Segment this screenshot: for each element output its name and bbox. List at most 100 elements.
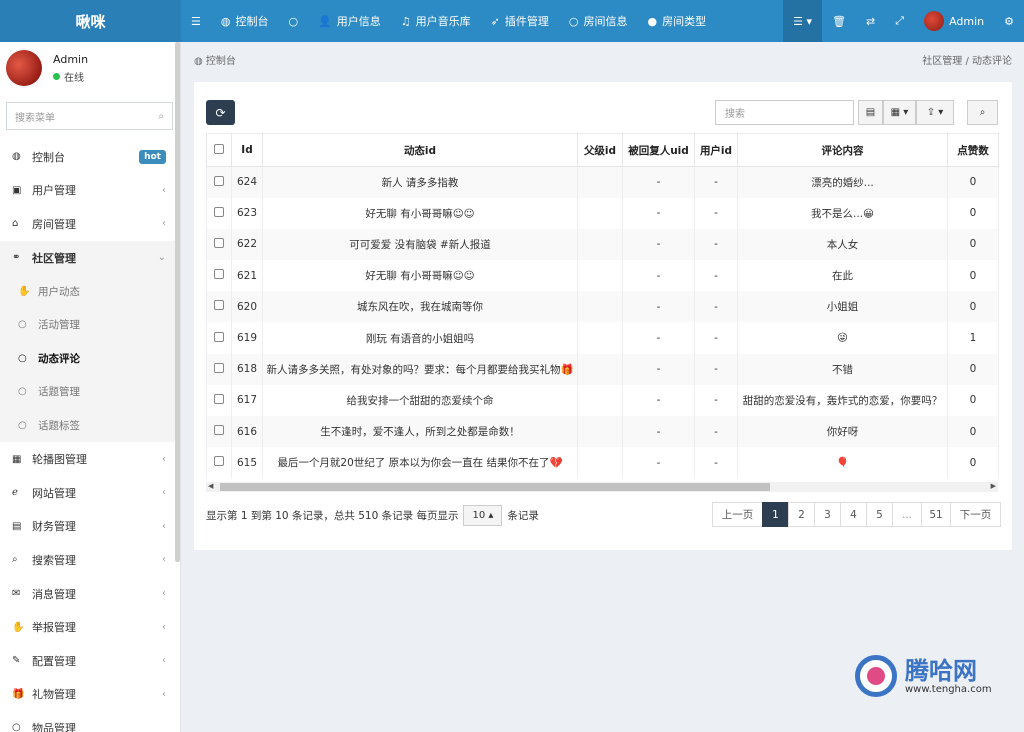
table-cell: - [622, 353, 695, 385]
scroll-right-icon[interactable]: ▶ [991, 482, 996, 490]
breadcrumb-path[interactable]: 社区管理 / 动态评论 [922, 52, 1012, 70]
toggle-view-button[interactable]: ▤ [858, 100, 883, 125]
sidebar-subitem-topic-tags[interactable]: ○ 话题标签 [0, 408, 180, 443]
export-button[interactable]: ⇪ ▾ [916, 100, 954, 125]
column-header[interactable]: 评论内容 [737, 133, 948, 167]
table-row[interactable]: 624 新人 请多多指教 - - 漂亮的婚纱... 0 [206, 166, 999, 198]
user-card-icon: ▣ [12, 184, 22, 196]
row-checkbox-cell[interactable] [206, 447, 232, 479]
row-checkbox[interactable] [214, 425, 224, 436]
page-button[interactable]: 4 [840, 502, 867, 527]
column-header[interactable]: 点赞数 [947, 133, 999, 167]
sidebar-item-finance-management[interactable]: ▤ 财务管理 ‹ [0, 510, 180, 544]
sidebar-item-user-management[interactable]: ▣ 用户管理 ‹ [0, 174, 180, 208]
page-next-button[interactable]: 下一页 [950, 502, 1001, 527]
sidebar-toggle-button[interactable]: ☰ [181, 0, 211, 42]
row-checkbox[interactable] [214, 237, 224, 248]
nav-music-library[interactable]: ♫ 用户音乐库 [391, 0, 481, 42]
sidebar-item-community-management[interactable]: ⚭ 社区管理 ⌄ [0, 240, 180, 275]
select-all-checkbox[interactable] [214, 143, 224, 154]
menu-dropdown-button[interactable]: ☰ ▾ [783, 0, 823, 42]
table-row[interactable]: 618 新人请多多关照，有处对象的吗？要求：每个月都要给我买礼物🎁 - - 不错 0 [206, 353, 999, 385]
settings-button[interactable]: ⚙ [994, 0, 1024, 42]
page-button[interactable]: 3 [814, 502, 841, 527]
page-button[interactable]: 51 [921, 502, 951, 527]
table-row[interactable]: 617 给我安排一个甜甜的恋爱续个命 - - 甜甜的恋爱没有，轰炸式的恋爱，你要吗？ 0 [206, 384, 999, 416]
refresh-button[interactable]: ⟳ [206, 100, 235, 125]
row-checkbox-cell[interactable] [206, 322, 232, 354]
nav-user-info[interactable]: 👤 用户信息 [308, 0, 391, 42]
table-row[interactable]: 620 城东风在吹，我在城南等你 - - 小姐姐 0 [206, 291, 999, 323]
sidebar-item-config-management[interactable]: ✎ 配置管理 ‹ [0, 644, 180, 678]
sidebar-item-search-management[interactable]: ⌕ 搜索管理 ‹ [0, 543, 180, 577]
select-all-checkbox-cell[interactable] [206, 133, 232, 167]
row-checkbox[interactable] [214, 331, 224, 342]
table-row[interactable]: 622 可可爱爱 没有脑袋 #新人报道 - - 本人女 0 [206, 228, 999, 261]
row-checkbox-cell[interactable] [206, 384, 232, 416]
table-search-input[interactable]: 搜索 [715, 100, 854, 125]
column-header[interactable]: 父级id [577, 133, 623, 167]
nav-dashboard[interactable]: ◍ 控制台 [211, 0, 279, 42]
sidebar-item-gift-management[interactable]: 🎁 礼物管理 ‹ [0, 678, 180, 712]
row-checkbox-cell[interactable] [206, 291, 232, 323]
sidebar-item-site-management[interactable]: ℯ 网站管理 ‹ [0, 476, 180, 510]
sidebar-subitem-label: 动态评论 [38, 352, 80, 365]
page-prev-button[interactable]: 上一页 [712, 502, 763, 527]
table-row[interactable]: 623 好无聊 有小哥哥嘛☺☺ - - 我不是么...😀 0 [206, 197, 999, 229]
horizontal-scrollbar[interactable]: ◀ ▶ [206, 482, 998, 492]
row-checkbox[interactable] [214, 362, 224, 373]
translate-button[interactable]: ⇄ [856, 0, 885, 42]
sidebar-item-banner-management[interactable]: ▦ 轮播图管理 ‹ [0, 442, 180, 476]
sidebar-scrollbar[interactable] [175, 42, 180, 562]
row-checkbox-cell[interactable] [206, 197, 232, 229]
table-row[interactable]: 616 生不逢时，爱不逢人，所到之处都是命数！ - - 你好呀 0 [206, 416, 999, 448]
nav-room-info[interactable]: ○ 房间信息 [559, 0, 638, 42]
scrollbar-thumb[interactable] [220, 483, 770, 491]
row-checkbox[interactable] [214, 269, 224, 280]
sidebar-item-item-management[interactable]: ○ 物品管理 [0, 711, 180, 732]
row-checkbox-cell[interactable] [206, 416, 232, 448]
row-checkbox[interactable] [214, 456, 224, 467]
nav-plugins[interactable]: ➶ 插件管理 [481, 0, 559, 42]
table-row[interactable]: 619 刚玩 有语音的小姐姐吗 - - 😜 1 [206, 322, 999, 354]
sidebar-subitem-post-comments[interactable]: ○ 动态评论 [0, 341, 180, 376]
table-row[interactable]: 615 最后一个月就20世纪了 原本以为你会一直在 结果你不在了💔 - - 🎈 0 [206, 447, 999, 479]
user-menu[interactable]: Admin [914, 0, 994, 42]
breadcrumb-home[interactable]: ◍ 控制台 [194, 52, 236, 70]
nav-room-type[interactable]: ● 房间类型 [638, 0, 717, 42]
table-row[interactable]: 621 好无聊 有小哥哥嘛☺☺ - - 在此 0 [206, 260, 999, 292]
column-header[interactable]: 动态id [262, 133, 578, 167]
row-checkbox-cell[interactable] [206, 166, 232, 198]
page-size-select[interactable]: 10 ▴ [463, 504, 503, 526]
sidebar-subitem-activity-management[interactable]: ○ 活动管理 [0, 307, 180, 342]
column-header[interactable]: Id [231, 133, 263, 167]
row-checkbox[interactable] [214, 175, 224, 186]
row-checkbox-cell[interactable] [206, 260, 232, 292]
row-checkbox[interactable] [214, 300, 224, 311]
page-button[interactable]: 1 [762, 502, 789, 527]
sidebar-subitem-user-posts[interactable]: ✋ 用户动态 [0, 274, 180, 308]
page-button[interactable]: 2 [788, 502, 815, 527]
scroll-left-icon[interactable]: ◀ [208, 482, 213, 490]
row-checkbox[interactable] [214, 206, 224, 217]
columns-button[interactable]: ▦ ▾ [883, 100, 916, 125]
sidebar-item-room-management[interactable]: ⌂ 房间管理 ‹ [0, 207, 180, 241]
sidebar-item-message-management[interactable]: ✉ 消息管理 ‹ [0, 577, 180, 611]
advanced-search-button[interactable]: ⌕ [967, 100, 998, 125]
search-menu-input[interactable]: 搜索菜单 ⌕ [6, 102, 173, 130]
app-logo[interactable]: 啾咪 [0, 0, 181, 42]
table-cell [577, 416, 623, 448]
column-header[interactable]: 被回复人uid [622, 133, 695, 167]
row-checkbox-cell[interactable] [206, 353, 232, 385]
clear-cache-button[interactable]: 🗑 [822, 0, 856, 42]
sidebar-item-dashboard[interactable]: ◍ 控制台 hot [0, 140, 180, 174]
sidebar-subitem-topic-management[interactable]: ○ 话题管理 [0, 375, 180, 409]
nav-circle[interactable]: ○ [278, 0, 308, 42]
fullscreen-button[interactable]: ⤢ [885, 0, 914, 42]
watermark-logo: 腾哈网 www.tengha.com [855, 655, 992, 697]
column-header[interactable]: 用户id [694, 133, 738, 167]
row-checkbox-cell[interactable] [206, 228, 232, 261]
sidebar-item-report-management[interactable]: ✋ 举报管理 ‹ [0, 610, 180, 644]
page-button[interactable]: 5 [866, 502, 893, 527]
row-checkbox[interactable] [214, 393, 224, 404]
